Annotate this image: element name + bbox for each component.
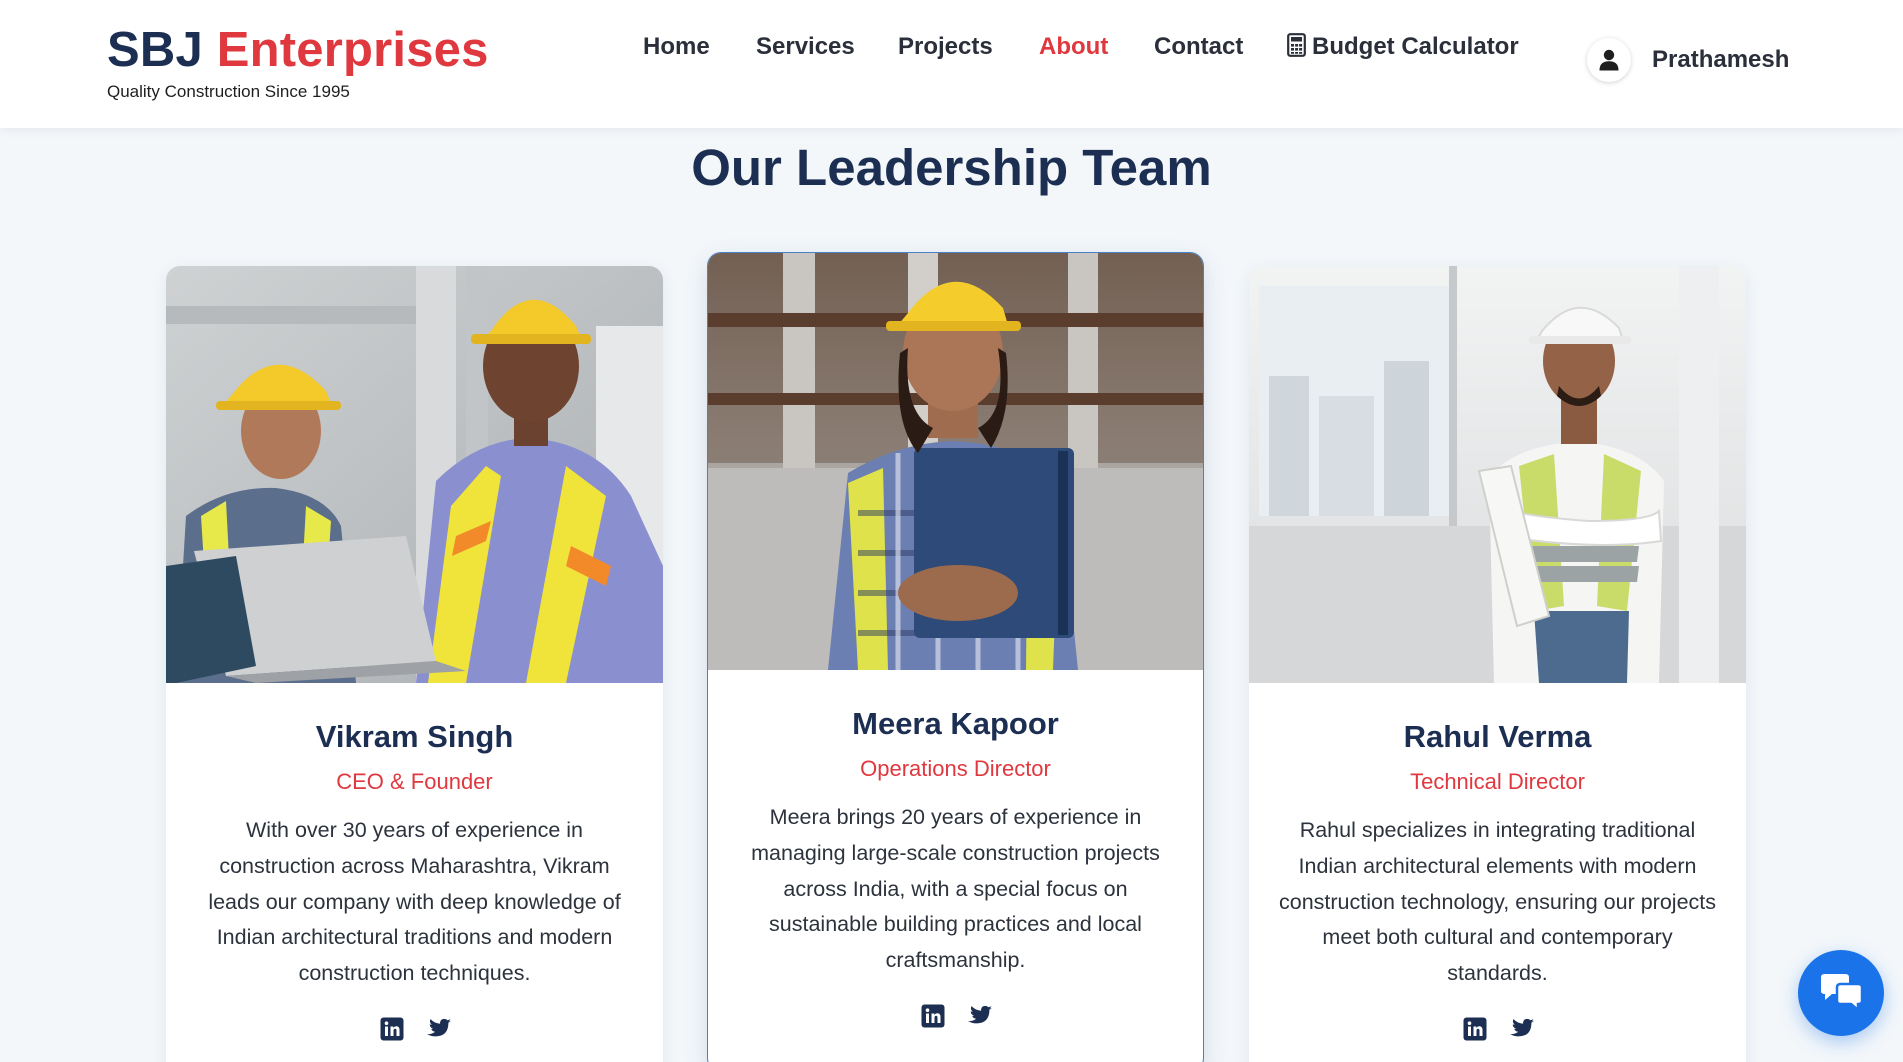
user-icon [1599, 49, 1619, 71]
twitter-icon[interactable] [1508, 1016, 1534, 1042]
nav-about[interactable]: About [1039, 32, 1108, 62]
team-member-role: Technical Director [1410, 769, 1585, 794]
site-header: SBJ Enterprises Quality Construction Sin… [0, 0, 1903, 128]
chat-button[interactable] [1798, 950, 1884, 1036]
linkedin-icon[interactable] [1462, 1016, 1488, 1042]
team-photo-vikram [166, 266, 663, 683]
nav-projects[interactable]: Projects [898, 32, 993, 62]
nav-home[interactable]: Home [643, 32, 710, 62]
team-card-rahul: Rahul Verma Technical Director Rahul spe… [1249, 266, 1746, 1062]
social-links [1275, 1016, 1720, 1042]
team-photo-meera [708, 253, 1203, 670]
brand-logo[interactable]: SBJ Enterprises Quality Construction Sin… [107, 24, 489, 102]
team-card-body: Vikram Singh CEO & Founder With over 30 … [166, 683, 663, 1042]
user-name: Prathamesh [1652, 46, 1790, 73]
team-member-name: Vikram Singh [315, 719, 514, 754]
linkedin-icon[interactable] [920, 1003, 946, 1029]
avatar [1587, 38, 1631, 82]
nav-budget-calculator-label: Budget Calculator [1312, 33, 1519, 60]
team-card-body: Rahul Verma Technical Director Rahul spe… [1249, 683, 1746, 1042]
brand-name-part2: Enterprises [216, 23, 489, 77]
team-member-bio: Meera brings 20 years of experience in m… [751, 805, 1160, 973]
team-photo-rahul [1249, 266, 1746, 683]
team-member-bio: Rahul specializes in integrating traditi… [1278, 818, 1716, 986]
social-links [734, 1003, 1177, 1029]
calculator-icon [1287, 33, 1306, 57]
team-member-name: Meera Kapoor [852, 706, 1059, 741]
chat-bubbles-icon [1821, 974, 1864, 1013]
brand-title: SBJ Enterprises [107, 24, 489, 76]
team-member-role: CEO & Founder [336, 769, 493, 794]
team-card-vikram: Vikram Singh CEO & Founder With over 30 … [166, 266, 663, 1062]
team-member-name: Rahul Verma [1403, 719, 1592, 754]
team-member-role: Operations Director [860, 756, 1051, 781]
twitter-icon[interactable] [425, 1016, 451, 1042]
twitter-icon[interactable] [966, 1003, 992, 1029]
section-title: Our Leadership Team [691, 139, 1212, 196]
brand-tagline: Quality Construction Since 1995 [107, 82, 350, 101]
nav-budget-calculator[interactable]: Budget Calculator [1287, 32, 1519, 62]
team-card-meera: Meera Kapoor Operations Director Meera b… [707, 252, 1204, 1062]
team-member-bio: With over 30 years of experience in cons… [208, 818, 621, 986]
nav-services[interactable]: Services [756, 32, 855, 62]
linkedin-icon[interactable] [379, 1016, 405, 1042]
user-menu[interactable]: Prathamesh [1587, 38, 1789, 82]
team-card-body: Meera Kapoor Operations Director Meera b… [708, 670, 1203, 1029]
nav-contact[interactable]: Contact [1154, 32, 1243, 62]
brand-name-part1: SBJ [107, 23, 203, 77]
social-links [192, 1016, 637, 1042]
